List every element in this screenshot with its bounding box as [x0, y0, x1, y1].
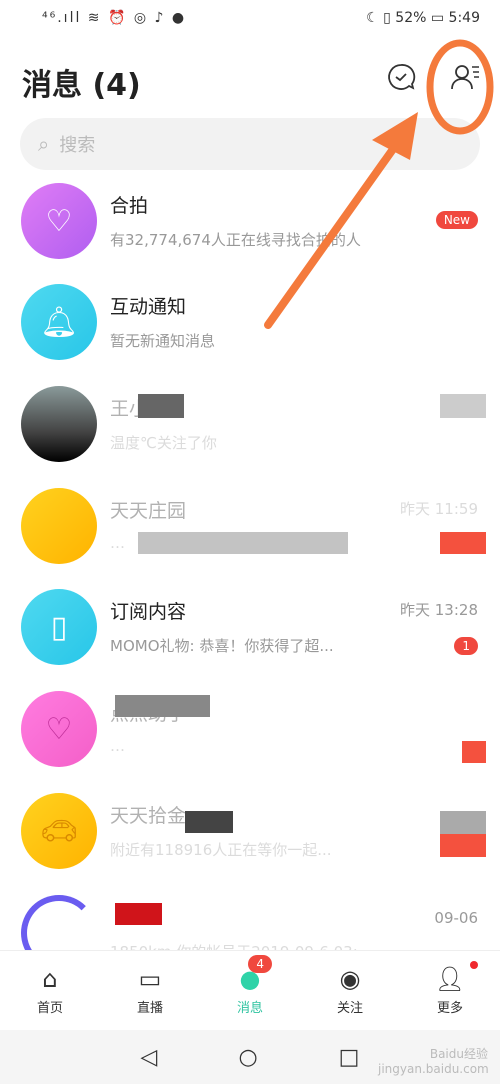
- mosaic: [115, 903, 162, 925]
- item-subtitle: 温度℃关注了你: [110, 434, 217, 452]
- mosaic: [138, 532, 348, 554]
- item-subtitle: 暂无新通知消息: [110, 332, 216, 350]
- notification-dot: [470, 961, 478, 969]
- unread-badge: 1: [454, 637, 478, 655]
- page-title: 消息 (4): [22, 68, 141, 103]
- home-circle-icon[interactable]: ○: [238, 1045, 257, 1070]
- back-icon[interactable]: ◁: [141, 1045, 158, 1070]
- avatar: [21, 895, 97, 950]
- mosaic: [138, 394, 184, 418]
- profile-icon: 👤︎: [434, 965, 466, 993]
- mosaic: [185, 811, 233, 833]
- bookmark-icon: ▯: [21, 589, 97, 665]
- item-subtitle: …: [110, 534, 125, 552]
- item-subtitle: 有32,774,674人正在线寻找合拍的人: [110, 231, 361, 249]
- card-heart-icon: ♡: [21, 691, 97, 767]
- bell-icon: 🔔︎: [21, 284, 97, 360]
- mosaic: [462, 741, 486, 763]
- tab-label: 直播: [136, 1001, 163, 1016]
- list-item[interactable]: ♡ 点点助手 …: [0, 691, 500, 791]
- tab-label: 消息: [236, 1001, 263, 1016]
- item-name: 互动通知: [110, 296, 187, 318]
- list-item[interactable]: ▯ 订阅内容 MOMO礼物: 恭喜！你获得了超... 昨天 13:28 1: [0, 589, 500, 689]
- item-time: 昨天 13:28: [400, 601, 478, 619]
- tab-label: 关注: [336, 1001, 363, 1016]
- new-badge: New: [435, 211, 478, 229]
- list-item[interactable]: 天天庄园 … 昨天 11:59: [0, 488, 500, 588]
- car-icon: 🚗︎: [21, 793, 97, 869]
- list-item[interactable]: 1850km 你的帐号于2019-09-6 03: 09-06: [0, 895, 500, 950]
- item-name: 合拍: [110, 195, 149, 217]
- mosaic: [440, 532, 486, 554]
- list-item[interactable]: 🚗︎ 天天拾金 附近有118916人正在等你一起...: [0, 793, 500, 893]
- item-subtitle: …: [110, 737, 125, 755]
- status-bar: ⁴⁶.ıll ≋ ⏰ ◎ ♪ ● ☾ ▯ 52% ▭ 5:49: [0, 0, 500, 40]
- item-time: 09-06: [434, 909, 478, 927]
- avatar: [21, 386, 97, 462]
- mosaic: [440, 811, 486, 857]
- item-time: 昨天 11:59: [400, 500, 478, 518]
- item-name: 天天拾金: [110, 805, 187, 827]
- item-subtitle: MOMO礼物: 恭喜！你获得了超...: [110, 637, 334, 655]
- mosaic: [115, 695, 210, 717]
- watermark: Baidu经验 jingyan.baidu.com: [378, 1047, 489, 1076]
- list-item[interactable]: 🔔︎ 互动通知 暂无新通知消息: [0, 284, 500, 384]
- search-placeholder: 搜索: [59, 135, 96, 156]
- eye-icon: ◉: [339, 965, 361, 993]
- contacts-icon[interactable]: [450, 62, 480, 92]
- status-icons-right: ☾ ▯ 52% ▭ 5:49: [366, 10, 480, 26]
- tab-more[interactable]: 👤︎ 更多: [400, 951, 500, 1030]
- message-count-badge: 4: [248, 955, 272, 973]
- item-subtitle: 附近有118916人正在等你一起...: [110, 841, 332, 859]
- item-name: 天天庄园: [110, 500, 187, 522]
- tab-live[interactable]: ▭ 直播: [100, 951, 200, 1030]
- list-item[interactable]: 王小梅 温度℃关注了你: [0, 386, 500, 486]
- list-item[interactable]: ♡ 合拍 有32,774,674人正在线寻找合拍的人 New: [0, 183, 500, 283]
- mosaic: [440, 394, 486, 418]
- video-camera-icon: ▭: [138, 965, 162, 993]
- status-icons-left: ⁴⁶.ıll ≋ ⏰ ◎ ♪ ●: [42, 10, 187, 26]
- tab-follow[interactable]: ◉ 关注: [300, 951, 400, 1030]
- tab-home[interactable]: ⌂ 首页: [0, 951, 100, 1030]
- item-subtitle: 1850km 你的帐号于2019-09-6 03:: [110, 941, 358, 950]
- tab-messages[interactable]: ● 消息 4: [200, 951, 300, 1030]
- recents-icon[interactable]: □: [339, 1045, 360, 1070]
- tab-label: 首页: [36, 1001, 63, 1016]
- tab-label: 更多: [436, 1001, 463, 1016]
- farm-icon: [21, 488, 97, 564]
- chat-check-icon[interactable]: [386, 62, 416, 92]
- search-icon: ⌕: [38, 132, 50, 156]
- home-icon: ⌂: [42, 965, 58, 993]
- search-input[interactable]: ⌕ 搜索: [20, 118, 480, 170]
- item-name: 订阅内容: [110, 601, 187, 623]
- hepai-icon: ♡: [21, 183, 97, 259]
- bottom-nav: ⌂ 首页 ▭ 直播 ● 消息 4 ◉ 关注 👤︎ 更多: [0, 950, 500, 1030]
